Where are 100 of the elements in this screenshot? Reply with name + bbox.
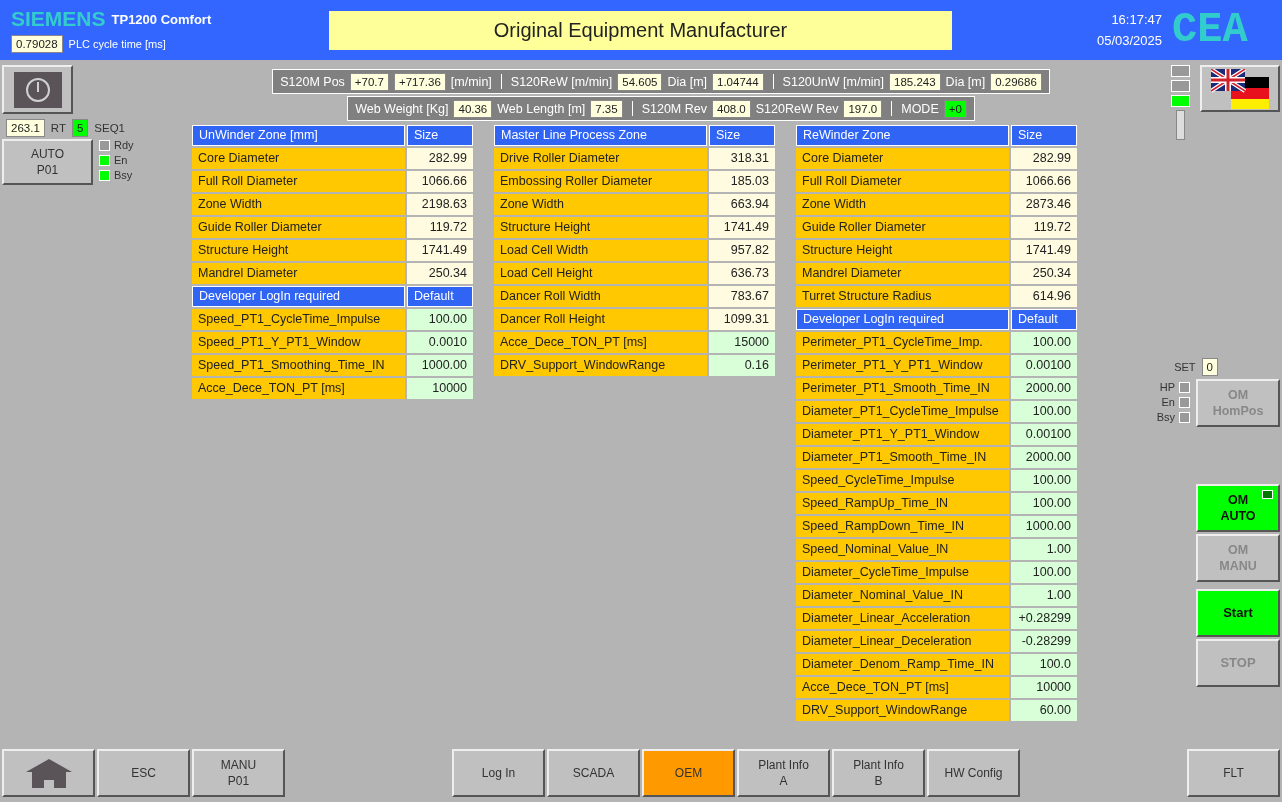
parameter-value[interactable]: 282.99 xyxy=(1011,148,1077,169)
info-label: S120ReW Rev xyxy=(755,101,839,116)
parameter-name: Full Roll Diameter xyxy=(192,171,405,192)
parameter-value[interactable]: 185.03 xyxy=(709,171,775,192)
info-label: Web Length [m] xyxy=(497,101,586,116)
parameter-value[interactable]: 0.16 xyxy=(709,355,775,376)
info-value: 408.0 xyxy=(712,99,751,118)
parameter-value[interactable]: 100.00 xyxy=(1011,562,1077,583)
table-header: UnWinder Zone [mm] xyxy=(192,125,405,146)
parameter-name: Speed_PT1_Y_PT1_Window xyxy=(192,332,405,353)
parameter-name: Diameter_Nominal_Value_IN xyxy=(796,585,1009,606)
set-value: 0 xyxy=(1201,358,1218,376)
parameter-name: Full Roll Diameter xyxy=(796,171,1009,192)
parameter-value[interactable]: 1099.31 xyxy=(709,309,775,330)
home-button[interactable] xyxy=(2,749,95,797)
parameter-value[interactable]: 119.72 xyxy=(1011,217,1077,238)
parameter-value[interactable]: 10000 xyxy=(1011,677,1077,698)
parameter-value[interactable]: 636.73 xyxy=(709,263,775,284)
cycle-time-value: 0.79028 xyxy=(11,35,63,53)
parameter-name: DRV_Support_WindowRange xyxy=(494,355,707,376)
parameter-name: Diameter_PT1_Y_PT1_Window xyxy=(796,424,1009,445)
parameter-name: Perimeter_PT1_Y_PT1_Window xyxy=(796,355,1009,376)
parameter-name: Diameter_CycleTime_Impulse xyxy=(796,562,1009,583)
auto-mode-button[interactable]: AUTO P01 xyxy=(2,139,93,185)
parameter-value[interactable]: 1741.49 xyxy=(1011,240,1077,261)
parameter-value[interactable]: +0.28299 xyxy=(1011,608,1077,629)
parameter-value[interactable]: 2873.46 xyxy=(1011,194,1077,215)
info-value: 7.35 xyxy=(590,99,623,118)
run-button[interactable]: Start xyxy=(1196,589,1280,637)
parameter-value[interactable]: 250.34 xyxy=(1011,263,1077,284)
nav-tab[interactable]: OEM xyxy=(642,749,735,797)
parameter-value[interactable]: 1066.66 xyxy=(1011,171,1077,192)
info-value: 1.04744 xyxy=(712,72,764,91)
parameter-value[interactable]: 60.00 xyxy=(1011,700,1077,721)
parameter-value[interactable]: 100.00 xyxy=(1011,493,1077,514)
parameter-value[interactable]: 100.00 xyxy=(1011,332,1077,353)
flag-icon xyxy=(1211,68,1269,109)
parameter-value[interactable]: 957.82 xyxy=(709,240,775,261)
cycle-time-label: PLC cycle time [ms] xyxy=(68,38,166,50)
parameter-value[interactable]: 250.34 xyxy=(407,263,473,284)
parameter-name: Dancer Roll Width xyxy=(494,286,707,307)
parameter-name: Speed_RampDown_Time_IN xyxy=(796,516,1009,537)
parameter-name: Zone Width xyxy=(192,194,405,215)
info-value: +0 xyxy=(943,99,967,118)
parameter-value[interactable]: 614.96 xyxy=(1011,286,1077,307)
parameter-value[interactable]: 100.00 xyxy=(1011,470,1077,491)
parameter-value[interactable]: 1066.66 xyxy=(407,171,473,192)
parameter-value[interactable]: 10000 xyxy=(407,378,473,399)
nav-tab[interactable]: Plant Info A xyxy=(737,749,830,797)
parameter-name: Mandrel Diameter xyxy=(796,263,1009,284)
parameter-value[interactable]: 663.94 xyxy=(709,194,775,215)
info-label: [m/min] xyxy=(450,74,492,89)
parameter-name: Diameter_PT1_Smooth_Time_IN xyxy=(796,447,1009,468)
info-value: 185.243 xyxy=(889,72,941,91)
parameter-value[interactable]: 100.0 xyxy=(1011,654,1077,675)
parameter-value[interactable]: 1.00 xyxy=(1011,585,1077,606)
table-header: Developer LogIn required xyxy=(192,286,405,307)
parameter-value[interactable]: 119.72 xyxy=(407,217,473,238)
nav-tab[interactable]: SCADA xyxy=(547,749,640,797)
nav-tab[interactable]: Plant Info B xyxy=(832,749,925,797)
parameter-value[interactable]: 0.0010 xyxy=(407,332,473,353)
status-label: HP xyxy=(1159,381,1175,393)
parameter-value[interactable]: 0.00100 xyxy=(1011,424,1077,445)
parameter-name: Turret Structure Radius xyxy=(796,286,1009,307)
parameter-value[interactable]: 1.00 xyxy=(1011,539,1077,560)
nav-tab[interactable]: Log In xyxy=(452,749,545,797)
info-label: Dia [m] xyxy=(945,74,986,89)
fault-button[interactable]: FLT xyxy=(1187,749,1280,797)
parameter-value[interactable]: 100.00 xyxy=(1011,401,1077,422)
parameter-value[interactable]: 318.31 xyxy=(709,148,775,169)
power-button[interactable] xyxy=(2,65,73,114)
parameter-value[interactable]: 2198.63 xyxy=(407,194,473,215)
parameter-value[interactable]: 1000.00 xyxy=(407,355,473,376)
parameter-value[interactable]: 1000.00 xyxy=(1011,516,1077,537)
nav-button[interactable]: ESC xyxy=(97,749,190,797)
nav-button[interactable]: MANU P01 xyxy=(192,749,285,797)
parameter-value[interactable]: 1741.49 xyxy=(709,217,775,238)
status-label: Rdy xyxy=(114,139,134,151)
parameter-value[interactable]: 282.99 xyxy=(407,148,473,169)
parameter-value[interactable]: 0.00100 xyxy=(1011,355,1077,376)
parameter-value[interactable]: 2000.00 xyxy=(1011,447,1077,468)
parameter-name: Drive Roller Diameter xyxy=(494,148,707,169)
parameter-name: Structure Height xyxy=(192,240,405,261)
parameter-value[interactable]: 15000 xyxy=(709,332,775,353)
parameter-value[interactable]: 100.00 xyxy=(407,309,473,330)
parameter-name: Perimeter_PT1_Smooth_Time_IN xyxy=(796,378,1009,399)
parameter-value[interactable]: -0.28299 xyxy=(1011,631,1077,652)
nav-tab[interactable]: HW Config xyxy=(927,749,1020,797)
level-bar xyxy=(1176,110,1185,140)
parameter-name: Speed_RampUp_Time_IN xyxy=(796,493,1009,514)
parameter-value[interactable]: 1741.49 xyxy=(407,240,473,261)
language-button[interactable] xyxy=(1200,65,1280,112)
operating-mode-button[interactable]: OM AUTO xyxy=(1196,484,1280,532)
set-label: SET xyxy=(1174,361,1196,373)
parameter-name: DRV_Support_WindowRange xyxy=(796,700,1009,721)
panel-model: TP1200 Comfort xyxy=(111,11,212,27)
table-header: Default xyxy=(407,286,473,307)
parameter-name: Speed_PT1_CycleTime_Impulse xyxy=(192,309,405,330)
parameter-value[interactable]: 2000.00 xyxy=(1011,378,1077,399)
parameter-value[interactable]: 783.67 xyxy=(709,286,775,307)
